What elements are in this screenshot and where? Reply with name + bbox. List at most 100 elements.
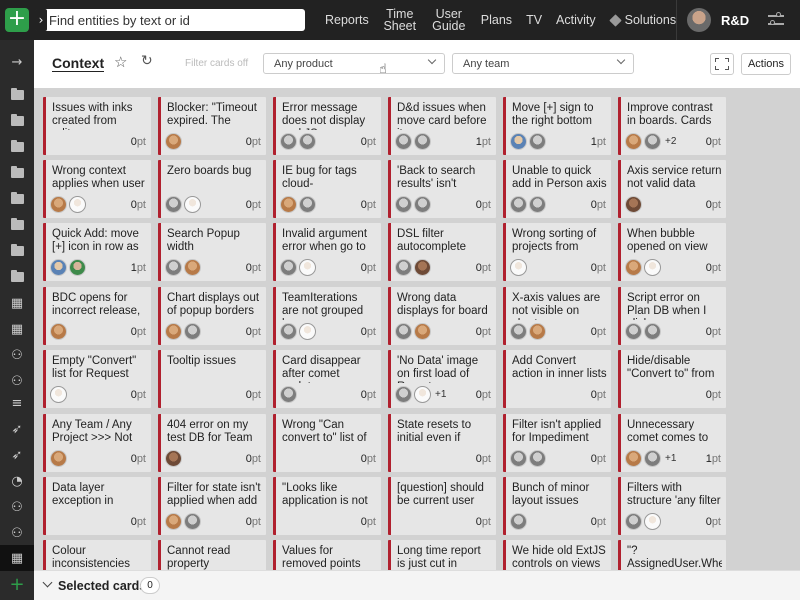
avatar[interactable] xyxy=(50,196,67,213)
avatar[interactable] xyxy=(625,450,642,467)
card-effort[interactable]: 0pt xyxy=(361,262,376,274)
card-effort[interactable]: 0pt xyxy=(246,136,261,148)
card[interactable]: Wrong data displays for board 0pt xyxy=(388,287,496,345)
timer-icon[interactable]: ◔ xyxy=(0,468,34,494)
avatar[interactable] xyxy=(529,323,546,340)
avatar[interactable] xyxy=(395,259,412,276)
avatar[interactable] xyxy=(414,386,431,403)
card[interactable]: Card disappear after comet update 0pt xyxy=(273,350,381,408)
avatar[interactable] xyxy=(280,259,297,276)
card-title[interactable]: Empty "Convert" list for Request xyxy=(52,355,147,383)
avatar[interactable] xyxy=(280,196,297,213)
avatar[interactable] xyxy=(165,196,182,213)
nav-activity[interactable]: Activity xyxy=(549,14,603,27)
nav-time-sheet[interactable]: Time Sheet xyxy=(376,8,424,33)
card[interactable]: Blocker: "Timeout expired. The 0pt xyxy=(158,97,266,155)
card-title[interactable]: BDC opens for incorrect release, xyxy=(52,292,147,320)
avatar[interactable] xyxy=(510,450,527,467)
card-title[interactable]: DSL filter autocomplete xyxy=(397,228,492,256)
card[interactable]: Values for removed points are hidden xyxy=(273,540,381,570)
card-title[interactable]: Long time report is just cut in popup. xyxy=(397,545,492,570)
card-title[interactable]: Data layer exception in xyxy=(52,482,147,510)
avatar[interactable] xyxy=(50,323,67,340)
card[interactable]: [question] should be current user 0pt xyxy=(388,477,496,535)
card-effort[interactable]: 0pt xyxy=(591,453,606,465)
product-select[interactable]: Any product xyxy=(263,53,445,74)
nav-plans[interactable]: Plans xyxy=(474,14,519,27)
card[interactable]: Hide/disable "Convert to" from 0pt xyxy=(618,350,726,408)
card-effort[interactable]: 0pt xyxy=(246,199,261,211)
card-effort[interactable]: 1pt xyxy=(476,136,491,148)
avatar[interactable] xyxy=(395,386,412,403)
avatar[interactable] xyxy=(69,196,86,213)
nav-user-guide[interactable]: User Guide xyxy=(424,8,474,33)
card[interactable]: IE bug for tags cloud- 0pt xyxy=(273,160,381,218)
card[interactable]: Chart displays out of popup borders 0pt xyxy=(158,287,266,345)
card-effort[interactable]: 0pt xyxy=(131,199,146,211)
user-name[interactable]: R&D xyxy=(721,13,749,28)
card-effort[interactable]: 0pt xyxy=(476,389,491,401)
avatar[interactable] xyxy=(165,450,182,467)
card[interactable]: 'No Data' image on first load of Reports… xyxy=(388,350,496,408)
card-effort[interactable]: 0pt xyxy=(246,389,261,401)
card-title[interactable]: Zero boards bug xyxy=(167,165,262,193)
card[interactable]: "Looks like application is not 0pt xyxy=(273,477,381,535)
avatar[interactable] xyxy=(414,196,431,213)
card-title[interactable]: Cannot read property xyxy=(167,545,262,570)
card-title[interactable]: Filter for state isn't applied when add xyxy=(167,482,262,510)
avatar[interactable] xyxy=(165,513,182,530)
card-effort[interactable]: 0pt xyxy=(706,326,721,338)
card-title[interactable]: When bubble opened on view xyxy=(627,228,722,256)
card-effort[interactable]: 0pt xyxy=(476,199,491,211)
avatar[interactable] xyxy=(625,323,642,340)
card[interactable]: Cannot read property xyxy=(158,540,266,570)
card[interactable]: Unable to quick add in Person axis 0pt xyxy=(503,160,611,218)
nav-tv[interactable]: TV xyxy=(519,14,549,27)
fullscreen-button[interactable] xyxy=(710,53,734,75)
card-effort[interactable]: 0pt xyxy=(361,199,376,211)
avatar[interactable] xyxy=(414,259,431,276)
avatar[interactable] xyxy=(625,513,642,530)
card-effort[interactable]: 0pt xyxy=(591,516,606,528)
card-effort[interactable]: 0pt xyxy=(591,199,606,211)
board-grid-icon[interactable]: ▦ xyxy=(0,290,34,316)
card[interactable]: Search Popup width 0pt xyxy=(158,223,266,281)
card[interactable]: D&d issues when move card before it 1pt xyxy=(388,97,496,155)
avatar[interactable] xyxy=(414,323,431,340)
search-input[interactable] xyxy=(47,9,303,31)
card-effort[interactable]: 0pt xyxy=(131,453,146,465)
card-effort[interactable]: 0pt xyxy=(706,262,721,274)
card-effort[interactable]: 0pt xyxy=(361,326,376,338)
card-title[interactable]: Values for removed points are hidden xyxy=(282,545,377,570)
card-title[interactable]: Search Popup width xyxy=(167,228,262,256)
card[interactable]: Long time report is just cut in popup. xyxy=(388,540,496,570)
nav-reports[interactable]: Reports xyxy=(318,14,376,27)
star-icon[interactable]: ☆ xyxy=(114,53,127,71)
board-view-icon[interactable]: ▦ xyxy=(0,545,34,571)
avatar[interactable] xyxy=(414,133,431,150)
avatar[interactable] xyxy=(625,133,642,150)
card-title[interactable]: Filter isn't applied for Impediment xyxy=(512,419,607,447)
avatar[interactable] xyxy=(644,450,661,467)
avatar[interactable] xyxy=(280,133,297,150)
avatar[interactable] xyxy=(644,133,661,150)
avatar[interactable] xyxy=(510,513,527,530)
card-title[interactable]: Bunch of minor layout issues xyxy=(512,482,607,510)
card[interactable]: TeamIterations are not grouped by 0pt xyxy=(273,287,381,345)
card-title[interactable]: Tooltip issues xyxy=(167,355,262,383)
selected-cards-bar[interactable]: Selected cards 0 xyxy=(34,570,800,600)
card-title[interactable]: Axis service return not valid data xyxy=(627,165,722,193)
card-title[interactable]: Invalid argument error when go to xyxy=(282,228,377,256)
card-title[interactable]: Wrong "Can convert to" list of xyxy=(282,419,377,447)
avatar[interactable] xyxy=(644,513,661,530)
card[interactable]: Error message does not display and JS 0pt xyxy=(273,97,381,155)
card[interactable]: Axis service return not valid data 0pt xyxy=(618,160,726,218)
avatar[interactable] xyxy=(687,8,711,32)
avatar[interactable] xyxy=(69,259,86,276)
card-effort[interactable]: 0pt xyxy=(706,136,721,148)
search-box[interactable]: › xyxy=(35,9,305,31)
rocket-icon[interactable]: ➶ xyxy=(0,442,34,468)
card-title[interactable]: Script error on Plan DB when I click on xyxy=(627,292,722,320)
card[interactable]: "? AssignedUser.Where xyxy=(618,540,726,570)
card-effort[interactable]: 0pt xyxy=(131,136,146,148)
